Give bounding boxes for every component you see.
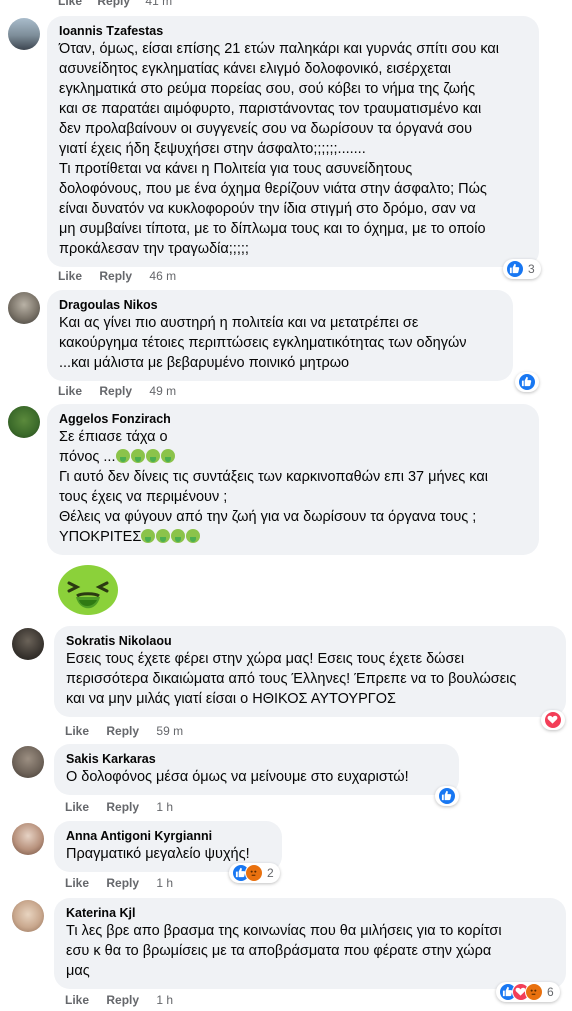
comment-text: Και ας γίνει πιο αυστηρή η πολιτεία και … <box>59 315 467 371</box>
nauseated-face-icon <box>115 449 130 463</box>
like-button[interactable]: Like <box>65 800 89 814</box>
reaction-summary[interactable] <box>541 710 565 730</box>
nauseated-face-sticker-icon <box>55 564 121 620</box>
like-button[interactable]: Like <box>65 724 89 738</box>
comment-bubble: Dragoulas Nikos Και ας γίνει πιο αυστηρή… <box>47 290 513 381</box>
comment-text-line: ΥΠΟΚΡΙΤΕΣ <box>59 527 527 547</box>
like-button[interactable]: Like <box>58 269 82 283</box>
like-button[interactable]: Like <box>58 384 82 398</box>
reply-button[interactable]: Reply <box>99 384 132 398</box>
comment-author[interactable]: Sakis Karkaras <box>66 751 447 767</box>
reaction-count: 2 <box>267 866 274 880</box>
comment-text: Γι αυτό δεν δίνεις τις συντάξεις των καρ… <box>59 469 488 525</box>
comment-text: Πραγματικό μεγαλείο ψυχής! <box>66 846 250 862</box>
comment-text: Όταν, όμως, είσαι επίσης 21 ετών παληκάρ… <box>59 41 499 257</box>
comment-time: 1 h <box>156 876 174 890</box>
comment-author[interactable]: Katerina Kjl <box>66 905 554 921</box>
nauseated-face-icon <box>156 529 171 543</box>
like-reaction-icon <box>506 260 524 278</box>
reply-button[interactable]: Reply <box>106 800 139 814</box>
nauseated-face-icon <box>160 449 175 463</box>
nauseated-face-icon <box>186 529 201 543</box>
like-button[interactable]: Like <box>65 876 89 890</box>
reaction-summary[interactable]: 6 <box>496 982 560 1002</box>
reply-button[interactable]: Reply <box>99 269 132 283</box>
angry-reaction-icon <box>525 983 543 1001</box>
avatar[interactable] <box>12 628 44 660</box>
comment-bubble: Aggelos Fonzirach Σε έπιασε τάχα ο πόνος… <box>47 404 539 555</box>
comment-bubble: Ioannis Tzafestas Όταν, όμως, είσαι επίσ… <box>47 16 539 267</box>
comment-text-line: Σε έπιασε τάχα ο <box>59 429 168 445</box>
comment-time: 41 m <box>145 0 173 8</box>
comment-author[interactable]: Anna Antigoni Kyrgianni <box>66 828 270 844</box>
comment-actions: Like Reply 59 m <box>65 724 197 738</box>
comment-text-part: ΥΠΟΚΡΙΤΕΣ <box>59 529 142 545</box>
reply-button[interactable]: Reply <box>106 993 139 1007</box>
comment-time: 49 m <box>149 384 177 398</box>
like-button[interactable]: Like <box>58 0 82 8</box>
nauseated-face-icon <box>130 449 145 463</box>
avatar[interactable] <box>8 292 40 324</box>
avatar[interactable] <box>12 823 44 855</box>
reaction-count: 3 <box>528 262 535 276</box>
comment-actions: Like Reply 1 h <box>65 993 187 1007</box>
comment-actions: Like Reply 46 m <box>58 269 190 283</box>
reply-button[interactable]: Reply <box>106 876 139 890</box>
comment-time: 1 h <box>156 800 174 814</box>
comment-text-line: πόνος ... <box>59 447 527 467</box>
comment-author[interactable]: Dragoulas Nikos <box>59 297 501 313</box>
avatar[interactable] <box>12 746 44 778</box>
nauseated-face-icon <box>145 449 160 463</box>
comment-author[interactable]: Ioannis Tzafestas <box>59 23 527 39</box>
comment-bubble: Sokratis Nikolaou Εσεις τους έχετε φέρει… <box>54 626 566 717</box>
nauseated-face-icon <box>141 529 156 543</box>
reply-button[interactable]: Reply <box>106 724 139 738</box>
reaction-summary[interactable]: 2 <box>229 863 280 883</box>
reply-button[interactable]: Reply <box>97 0 130 8</box>
reaction-summary[interactable] <box>515 372 539 392</box>
comment-text: Τι λες βρε απο βρασμα της κοινωνίας που … <box>66 923 502 979</box>
comment-actions: Like Reply 49 m <box>58 384 190 398</box>
comment-time: 1 h <box>156 993 174 1007</box>
comment-actions: Like Reply 1 h <box>65 876 187 890</box>
previous-comment-actions: Like Reply 41 m <box>58 0 184 8</box>
comment-text: Εσεις τους έχετε φέρει στην χώρα μας! Εσ… <box>66 651 517 707</box>
comment-text-part: πόνος ... <box>59 449 116 465</box>
comment-author[interactable]: Aggelos Fonzirach <box>59 411 527 427</box>
reaction-count: 6 <box>547 985 554 999</box>
like-button[interactable]: Like <box>65 993 89 1007</box>
comment-time: 46 m <box>149 269 177 283</box>
comment-actions: Like Reply 1 h <box>65 800 187 814</box>
love-reaction-icon <box>544 711 562 729</box>
avatar[interactable] <box>12 900 44 932</box>
like-reaction-icon <box>438 787 456 805</box>
comment-bubble: Katerina Kjl Τι λες βρε απο βρασμα της κ… <box>54 898 566 989</box>
like-reaction-icon <box>518 373 536 391</box>
comment-author[interactable]: Sokratis Nikolaou <box>66 633 554 649</box>
avatar[interactable] <box>8 18 40 50</box>
comment-time: 59 m <box>156 724 184 738</box>
avatar[interactable] <box>8 406 40 438</box>
comment-text: Ο δολοφόνος μέσα όμως να μείνουμε στο ευ… <box>66 769 409 785</box>
reaction-summary[interactable] <box>435 786 459 806</box>
nauseated-face-icon <box>171 529 186 543</box>
angry-reaction-icon <box>245 864 263 882</box>
reaction-summary[interactable]: 3 <box>503 259 541 279</box>
comment-bubble: Sakis Karkaras Ο δολοφόνος μέσα όμως να … <box>54 744 459 795</box>
